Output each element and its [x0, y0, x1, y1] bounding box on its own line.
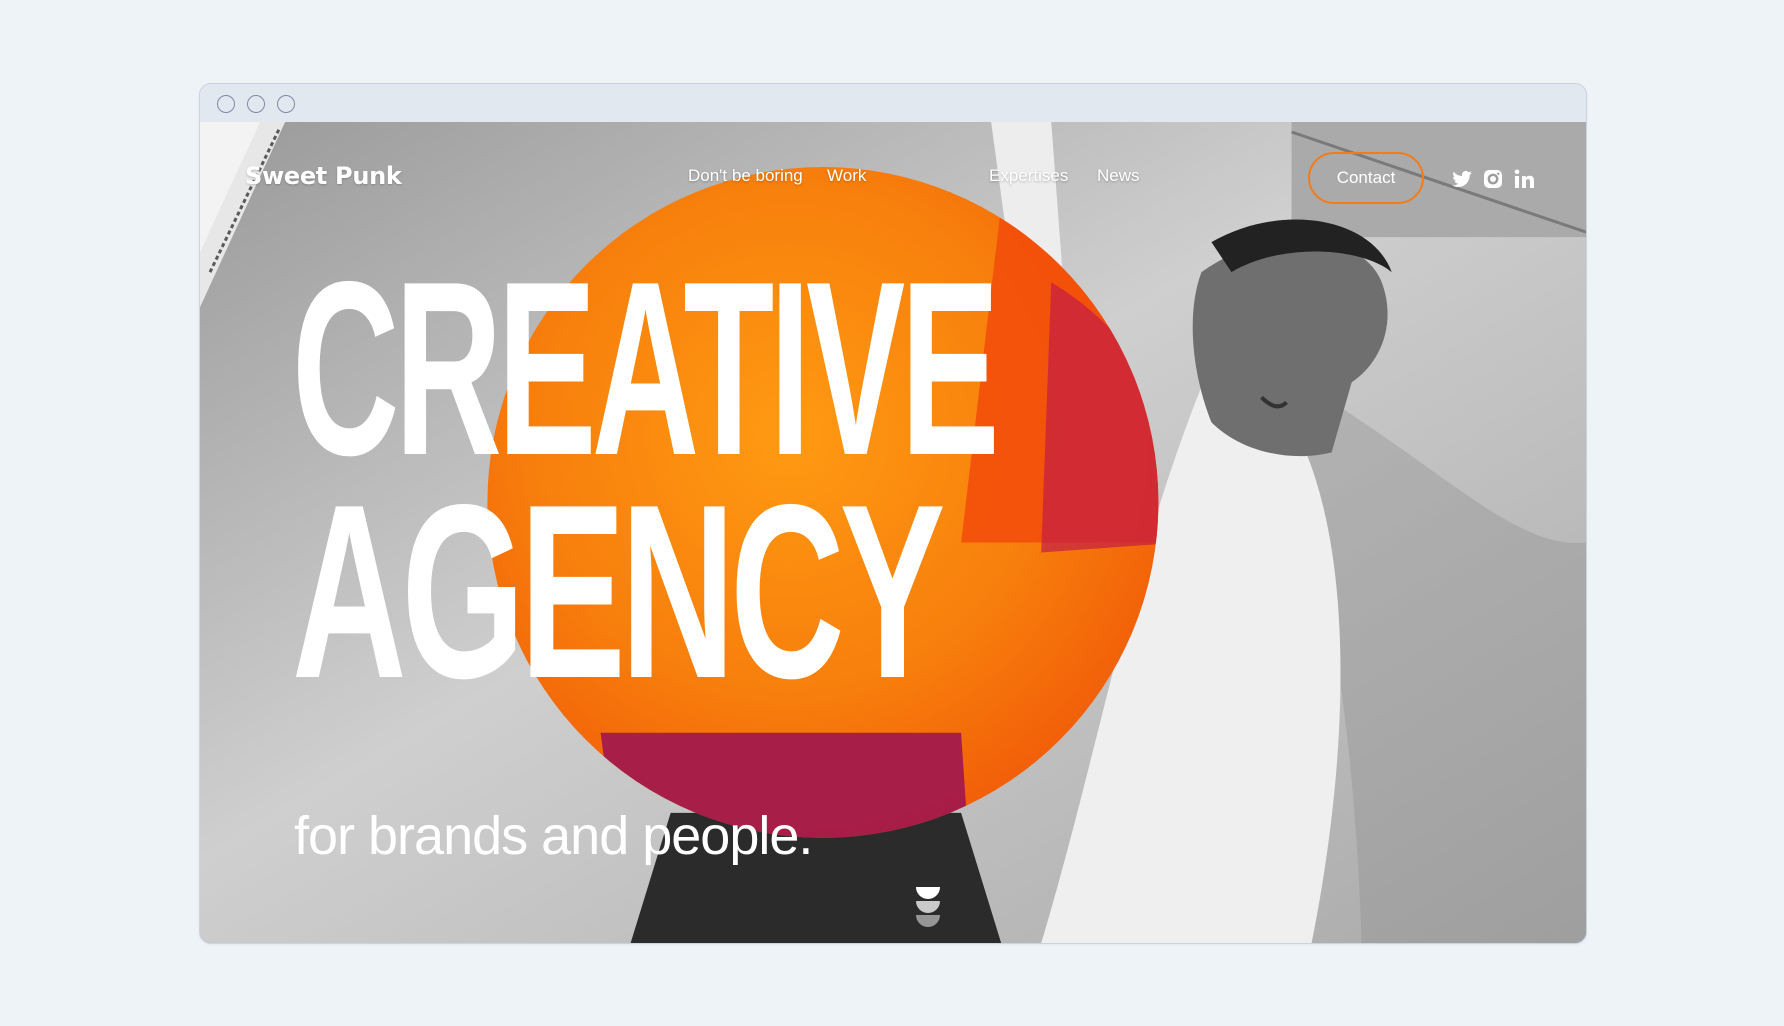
browser-window: Sweet Punk Don't be boring Work Expertis… — [199, 83, 1587, 944]
scroll-down-icon[interactable] — [914, 885, 942, 929]
nav-link-dont-be-boring[interactable]: Don't be boring — [688, 166, 803, 186]
nav-link-expertises[interactable]: Expertises — [989, 166, 1068, 186]
window-minimize-dot[interactable] — [247, 95, 265, 113]
site-logo[interactable]: Sweet Punk — [245, 162, 402, 190]
contact-button[interactable]: Contact — [1308, 152, 1424, 204]
page-viewport: Sweet Punk Don't be boring Work Expertis… — [200, 122, 1586, 943]
window-maximize-dot[interactable] — [277, 95, 295, 113]
window-titlebar — [200, 84, 1586, 122]
window-close-dot[interactable] — [217, 95, 235, 113]
instagram-icon[interactable] — [1481, 167, 1505, 191]
hero-tagline: for brands and people. — [294, 806, 813, 866]
twitter-icon[interactable] — [1450, 167, 1474, 191]
nav-link-work[interactable]: Work — [827, 166, 866, 186]
contact-button-label: Contact — [1336, 168, 1396, 187]
linkedin-icon[interactable] — [1512, 167, 1536, 191]
nav-link-news[interactable]: News — [1097, 166, 1140, 186]
top-navigation: Sweet Punk Don't be boring Work Expertis… — [200, 122, 1586, 232]
